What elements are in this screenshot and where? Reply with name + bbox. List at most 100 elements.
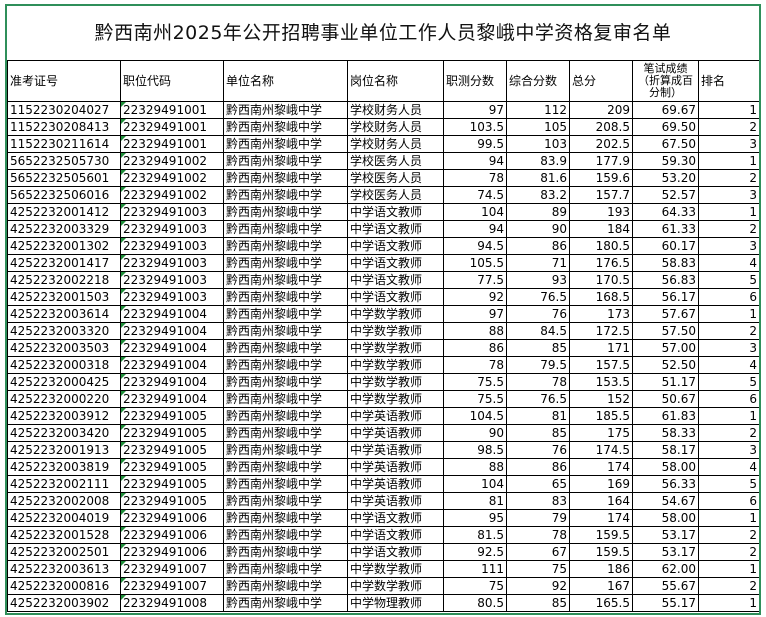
exam-id-cell[interactable]: 5652232505730	[7, 152, 121, 170]
aptitude-score-cell[interactable]: 74.5	[443, 186, 507, 204]
position-code-cell[interactable]: 22329491003	[120, 288, 224, 306]
aptitude-score-cell[interactable]: 103.5	[443, 118, 507, 136]
written-score-cell[interactable]: 62.00	[632, 560, 699, 578]
rank-cell[interactable]: 1	[698, 594, 759, 612]
written-score-cell[interactable]: 58.83	[632, 254, 699, 272]
exam-id-cell[interactable]: 4252232000816	[7, 577, 121, 595]
position-code-cell[interactable]: 22329491005	[120, 424, 224, 442]
written-score-cell[interactable]: 61.33	[632, 220, 699, 238]
unit-name-cell[interactable]: 黔西南州黎峨中学	[223, 254, 348, 272]
position-code-cell[interactable]: 22329491003	[120, 271, 224, 289]
written-score-cell[interactable]: 50.67	[632, 390, 699, 408]
total-score-cell[interactable]: 186	[569, 560, 633, 578]
comprehensive-score-cell[interactable]: 85	[506, 424, 570, 442]
position-code-cell[interactable]: 22329491005	[120, 441, 224, 459]
position-code-cell[interactable]: 22329491004	[120, 339, 224, 357]
written-score-cell[interactable]: 53.20	[632, 169, 699, 187]
exam-id-cell[interactable]: 4252232000220	[7, 390, 121, 408]
total-score-cell[interactable]: 165.5	[569, 594, 633, 612]
comprehensive-score-cell[interactable]: 90	[506, 220, 570, 238]
unit-name-cell[interactable]: 黔西南州黎峨中学	[223, 441, 348, 459]
comprehensive-score-cell[interactable]: 92	[506, 577, 570, 595]
rank-cell[interactable]: 3	[698, 339, 759, 357]
position-code-cell[interactable]: 22329491001	[120, 135, 224, 153]
rank-cell[interactable]: 6	[698, 390, 759, 408]
unit-name-cell[interactable]: 黔西南州黎峨中学	[223, 356, 348, 374]
aptitude-score-cell[interactable]: 94	[443, 152, 507, 170]
total-score-cell[interactable]: 202.5	[569, 135, 633, 153]
comprehensive-score-cell[interactable]: 83.2	[506, 186, 570, 204]
rank-cell[interactable]: 3	[698, 441, 759, 459]
rank-cell[interactable]: 2	[698, 322, 759, 340]
comprehensive-score-cell[interactable]: 65	[506, 475, 570, 493]
comprehensive-score-cell[interactable]: 76	[506, 305, 570, 323]
exam-id-cell[interactable]: 4252232002218	[7, 271, 121, 289]
post-name-cell[interactable]: 学校财务人员	[347, 118, 444, 136]
total-score-cell[interactable]: 159.6	[569, 169, 633, 187]
post-name-cell[interactable]: 学校财务人员	[347, 135, 444, 153]
total-score-cell[interactable]: 159.5	[569, 543, 633, 561]
aptitude-score-cell[interactable]: 80.5	[443, 594, 507, 612]
aptitude-score-cell[interactable]: 92	[443, 288, 507, 306]
unit-name-cell[interactable]: 黔西南州黎峨中学	[223, 424, 348, 442]
exam-id-cell[interactable]: 4252232003320	[7, 322, 121, 340]
exam-id-cell[interactable]: 4252232004019	[7, 509, 121, 527]
position-code-cell[interactable]: 22329491003	[120, 254, 224, 272]
post-name-cell[interactable]: 中学语文教师	[347, 237, 444, 255]
written-score-cell[interactable]: 58.00	[632, 458, 699, 476]
aptitude-score-cell[interactable]: 95	[443, 509, 507, 527]
total-score-cell[interactable]: 185.5	[569, 407, 633, 425]
rank-cell[interactable]: 1	[698, 101, 759, 119]
aptitude-score-cell[interactable]: 111	[443, 560, 507, 578]
position-code-cell[interactable]: 22329491003	[120, 220, 224, 238]
comprehensive-score-cell[interactable]: 103	[506, 135, 570, 153]
column-header-position-code[interactable]: 职位代码	[120, 60, 224, 102]
written-score-cell[interactable]: 59.30	[632, 152, 699, 170]
written-score-cell[interactable]: 57.67	[632, 305, 699, 323]
total-score-cell[interactable]: 174	[569, 458, 633, 476]
total-score-cell[interactable]: 172.5	[569, 322, 633, 340]
unit-name-cell[interactable]: 黔西南州黎峨中学	[223, 407, 348, 425]
exam-id-cell[interactable]: 5652232505601	[7, 169, 121, 187]
position-code-cell[interactable]: 22329491005	[120, 458, 224, 476]
total-score-cell[interactable]: 175	[569, 424, 633, 442]
comprehensive-score-cell[interactable]: 83	[506, 492, 570, 510]
comprehensive-score-cell[interactable]: 85	[506, 339, 570, 357]
post-name-cell[interactable]: 中学数学教师	[347, 560, 444, 578]
written-score-cell[interactable]: 55.67	[632, 577, 699, 595]
position-code-cell[interactable]: 22329491002	[120, 186, 224, 204]
position-code-cell[interactable]: 22329491001	[120, 118, 224, 136]
post-name-cell[interactable]: 中学英语教师	[347, 458, 444, 476]
aptitude-score-cell[interactable]: 75.5	[443, 390, 507, 408]
post-name-cell[interactable]: 中学语文教师	[347, 288, 444, 306]
comprehensive-score-cell[interactable]: 79.5	[506, 356, 570, 374]
aptitude-score-cell[interactable]: 81.5	[443, 526, 507, 544]
aptitude-score-cell[interactable]: 90	[443, 424, 507, 442]
aptitude-score-cell[interactable]: 78	[443, 169, 507, 187]
column-header-post-name[interactable]: 岗位名称	[347, 60, 444, 102]
column-header-written-score[interactable]: 笔试成绩（折算成百分制）	[632, 60, 699, 102]
written-score-cell[interactable]: 67.50	[632, 135, 699, 153]
unit-name-cell[interactable]: 黔西南州黎峨中学	[223, 186, 348, 204]
unit-name-cell[interactable]: 黔西南州黎峨中学	[223, 203, 348, 221]
written-score-cell[interactable]: 69.50	[632, 118, 699, 136]
rank-cell[interactable]: 2	[698, 543, 759, 561]
aptitude-score-cell[interactable]: 88	[443, 458, 507, 476]
comprehensive-score-cell[interactable]: 86	[506, 458, 570, 476]
comprehensive-score-cell[interactable]: 81.6	[506, 169, 570, 187]
post-name-cell[interactable]: 中学英语教师	[347, 407, 444, 425]
rank-cell[interactable]: 1	[698, 560, 759, 578]
written-score-cell[interactable]: 61.83	[632, 407, 699, 425]
exam-id-cell[interactable]: 4252232003912	[7, 407, 121, 425]
comprehensive-score-cell[interactable]: 71	[506, 254, 570, 272]
column-header-exam-id[interactable]: 准考证号	[7, 60, 121, 102]
rank-cell[interactable]: 5	[698, 271, 759, 289]
aptitude-score-cell[interactable]: 77.5	[443, 271, 507, 289]
written-score-cell[interactable]: 51.17	[632, 373, 699, 391]
unit-name-cell[interactable]: 黔西南州黎峨中学	[223, 526, 348, 544]
column-header-aptitude-score[interactable]: 职测分数	[443, 60, 507, 102]
total-score-cell[interactable]: 167	[569, 577, 633, 595]
position-code-cell[interactable]: 22329491004	[120, 305, 224, 323]
position-code-cell[interactable]: 22329491005	[120, 492, 224, 510]
unit-name-cell[interactable]: 黔西南州黎峨中学	[223, 169, 348, 187]
